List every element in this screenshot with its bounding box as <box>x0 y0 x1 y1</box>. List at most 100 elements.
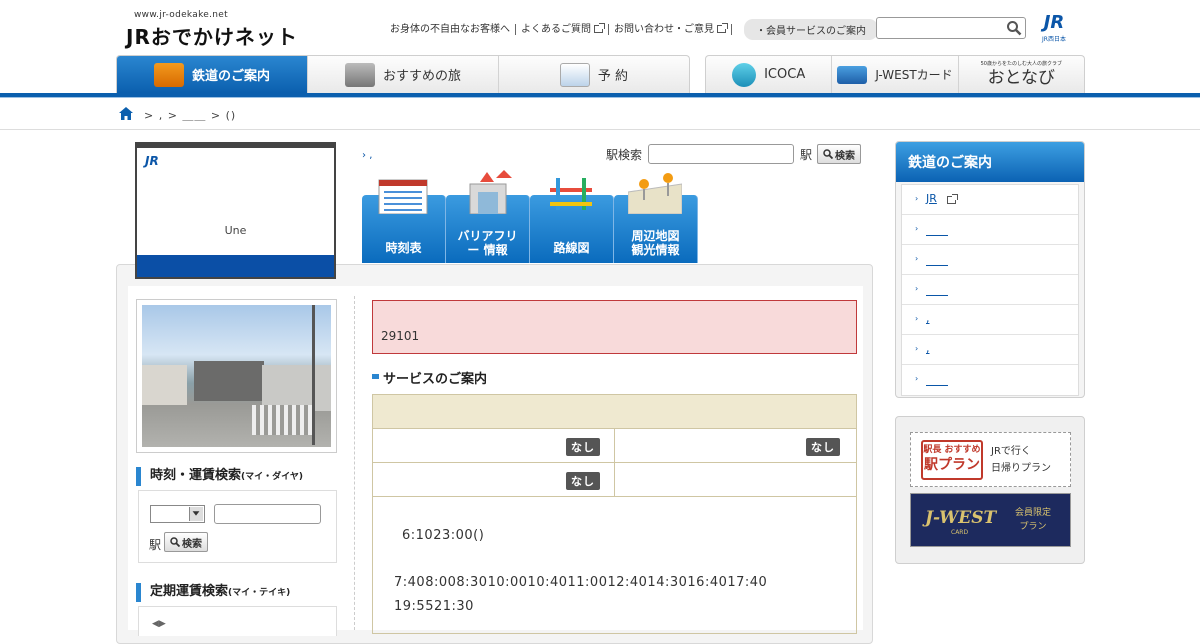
service-title: サービスのご案内 <box>372 368 487 387</box>
right-nav-item[interactable]: › ＿＿ <box>902 215 1078 245</box>
header-link-accessibility[interactable]: お身体の不自由なお客様へ <box>385 23 516 35</box>
service-hours-line: 7:408:008:3010:0010:4011:0012:4014:3016:… <box>394 575 768 590</box>
service-cell: なし <box>373 463 615 496</box>
arrow-right-icon: › <box>915 254 919 263</box>
site-search-input[interactable] <box>876 17 1026 39</box>
global-nav-services: ICOCA J-WESTカード 50歳からをたのしむ大人の旅クラブ おとなび <box>705 55 1085 93</box>
arrow-right-icon: › <box>362 150 366 161</box>
search-icon[interactable] <box>1006 20 1022 36</box>
banner-area: 駅長 おすすめ 駅プラン JRで行く 日帰りプラン J-WEST CARD 会員限定… <box>895 416 1085 564</box>
fare-search-title: 時刻・運賃検索(マイ・ダイヤ) <box>136 467 303 486</box>
right-nav-item[interactable]: ›, <box>902 335 1078 365</box>
station-name-board: JR Une <box>135 142 336 279</box>
fare-eki-label: 駅 <box>149 538 162 552</box>
service-hours-line: 6:1023:00() <box>402 528 485 543</box>
service-hours-line: 19:5521:30 <box>394 599 474 614</box>
right-nav-list: › JR › ＿＿ › ＿＿ › ＿＿ ›, ›, › ＿＿ <box>901 184 1079 396</box>
header-link-contact[interactable]: お問い合わせ・ご意見 <box>609 22 732 35</box>
breadcrumb: > , > ＿＿ > () <box>0 98 1200 130</box>
fare-search-form: 駅 検索 <box>138 490 337 563</box>
station-search-suffix: 駅 <box>800 147 813 162</box>
camera-icon <box>344 62 375 87</box>
table-row: なし <box>372 463 857 497</box>
route-map-icon <box>550 178 592 210</box>
fare-search-button[interactable]: 検索 <box>164 532 208 552</box>
column-divider <box>354 296 355 630</box>
area-map-icon <box>628 173 682 214</box>
station-photo <box>136 299 337 453</box>
fare-select[interactable] <box>150 505 205 523</box>
jwest-card-logo: J-WEST <box>925 508 997 528</box>
service-cell: なし <box>373 429 615 462</box>
arrow-right-icon: › <box>915 284 919 293</box>
site-url: www.jr-odekake.net <box>134 10 228 20</box>
station-top-link[interactable]: › , <box>362 150 372 161</box>
menu-button-barrier-free[interactable]: バリアフリー 情報 <box>446 168 530 263</box>
right-nav-item[interactable]: › JR <box>902 185 1078 215</box>
station-search: 駅検索 駅 検索 <box>606 144 862 164</box>
arrow-left-right-icon[interactable]: ◀▶ <box>152 619 166 629</box>
external-link-icon <box>594 22 605 33</box>
breadcrumb-text[interactable]: > , > ＿＿ > () <box>144 107 236 123</box>
right-nav-item[interactable]: › ＿＿ <box>902 275 1078 305</box>
service-cell: なし <box>615 429 856 462</box>
jr-west-logo[interactable]: JR JR西日本 <box>1034 12 1074 44</box>
arrow-right-icon: › <box>915 194 919 203</box>
service-hours: 6:1023:00() 7:408:008:3010:0010:4011:001… <box>372 497 857 634</box>
menu-button-area-map[interactable]: 周辺地図 観光情報 <box>614 168 698 263</box>
right-nav-title: 鉄道のご案内 <box>896 142 1084 182</box>
menu-button-route-map[interactable]: 路線図 <box>530 168 614 263</box>
timetable-icon <box>378 179 428 214</box>
train-icon <box>153 62 184 87</box>
station-board-stripe <box>137 255 334 277</box>
site-logo-text: JRおでかけネット <box>126 25 298 49</box>
arrow-right-icon: › <box>915 374 919 383</box>
service-table-header <box>372 394 857 429</box>
right-nav: 鉄道のご案内 › JR › ＿＿ › ＿＿ › ＿＿ ›, ›, › ＿＿ <box>895 141 1085 398</box>
arrow-right-icon: › <box>915 314 919 323</box>
station-menu: 時刻表 バリアフリー 情報 路線図 周辺地図 観光情報 <box>362 168 698 263</box>
nav-tab-icoca[interactable]: ICOCA <box>706 56 833 93</box>
search-icon <box>823 149 834 159</box>
station-search-input[interactable] <box>648 144 795 164</box>
fare-station-input[interactable] <box>214 504 321 524</box>
arrow-right-icon: › <box>915 224 919 233</box>
station-name: Une <box>224 224 247 237</box>
arrow-right-icon: › <box>915 344 919 353</box>
banner-ekiplan[interactable]: 駅長 おすすめ 駅プラン JRで行く 日帰りプラン <box>910 432 1071 487</box>
right-nav-item[interactable]: › ＿＿ <box>902 365 1078 395</box>
card-icon <box>837 65 868 84</box>
right-nav-item[interactable]: › ＿＿ <box>902 245 1078 275</box>
nav-tab-otonabi[interactable]: 50歳からをたのしむ大人の旅クラブ おとなび <box>959 56 1084 93</box>
nav-tab-jwest-card[interactable]: J-WESTカード <box>832 56 959 93</box>
shinkansen-icon <box>559 62 590 87</box>
banner-jwest-card[interactable]: J-WEST CARD 会員限定 プラン <box>910 493 1071 547</box>
member-service-link[interactable]: ・会員サービスのご案内 <box>744 18 878 40</box>
right-nav-item[interactable]: ›, <box>902 305 1078 335</box>
external-link-icon <box>947 194 958 204</box>
header-link-faq[interactable]: よくあるご質問 <box>516 22 609 35</box>
nav-tab-travel[interactable]: おすすめの旅 <box>308 56 499 93</box>
barrier-free-icon <box>469 170 512 214</box>
notice-text: 29101 <box>381 329 420 343</box>
menu-button-timetable[interactable]: 時刻表 <box>362 168 446 263</box>
chevron-down-icon <box>189 507 203 521</box>
status-badge: なし <box>566 438 600 456</box>
station-photo-image <box>142 305 331 447</box>
teiki-search-form: ◀▶ <box>138 606 337 636</box>
nav-tab-railway[interactable]: 鉄道のご案内 <box>117 56 308 93</box>
station-search-button[interactable]: 検索 <box>817 144 862 164</box>
nav-tab-reserve[interactable]: 予 約 <box>499 56 689 93</box>
external-link-icon <box>717 22 728 33</box>
search-icon <box>170 537 180 547</box>
global-nav-main: 鉄道のご案内 おすすめの旅 予 約 <box>116 55 690 93</box>
site-logo[interactable]: www.jr-odekake.net JRおでかけネット <box>126 10 316 49</box>
home-icon[interactable] <box>119 107 133 120</box>
header-links: お身体の不自由なお客様へ よくあるご質問 お問い合わせ・ご意見 ・会員サービスの… <box>385 18 878 40</box>
status-badge: なし <box>806 438 840 456</box>
table-row: なし なし <box>372 429 857 463</box>
teiki-search-title: 定期運賃検索(マイ・テイキ) <box>136 583 290 602</box>
jr-logo: JR <box>145 154 159 168</box>
icoca-mascot-icon <box>732 62 757 87</box>
service-cell <box>615 463 856 496</box>
